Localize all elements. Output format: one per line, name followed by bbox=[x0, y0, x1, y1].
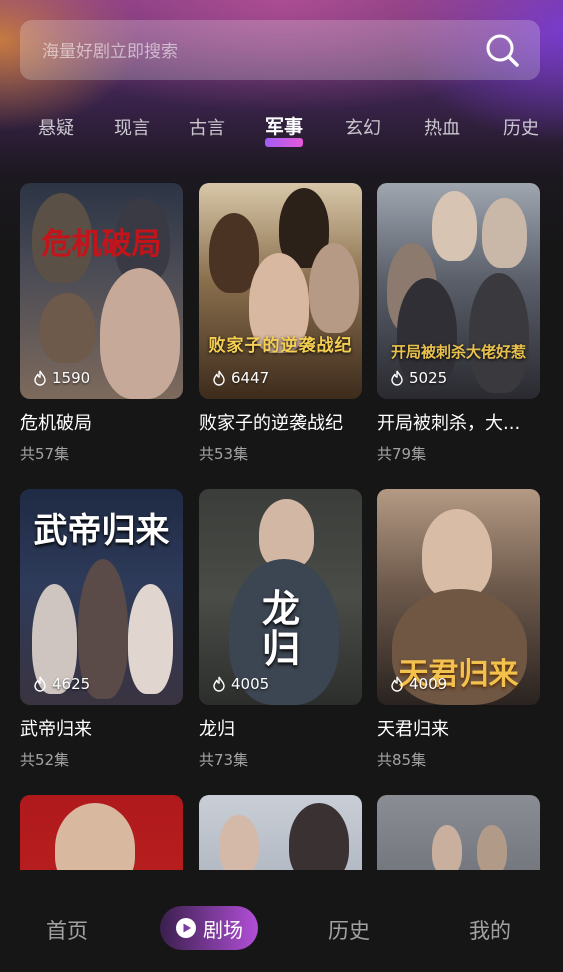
view-count-value: 4009 bbox=[409, 675, 448, 693]
drama-poster[interactable]: 败家子的逆袭战纪 6447 bbox=[199, 183, 362, 399]
nav-home[interactable]: 首页 bbox=[46, 915, 88, 945]
drama-card[interactable] bbox=[20, 795, 183, 870]
view-count-value: 4625 bbox=[52, 675, 91, 693]
nav-mine[interactable]: 我的 bbox=[469, 915, 511, 945]
poster-title: 危机破局 bbox=[41, 227, 162, 262]
view-count-value: 4005 bbox=[231, 675, 270, 693]
flame-icon bbox=[213, 370, 225, 386]
episode-count: 共79集 bbox=[377, 445, 427, 463]
view-count-value: 5025 bbox=[409, 369, 448, 387]
flame-icon bbox=[391, 370, 403, 386]
drama-grid: 危机破局 1590 危机破局 共57集 败家子的逆袭战纪 6447 败家子的逆袭… bbox=[0, 0, 563, 870]
drama-poster[interactable] bbox=[199, 795, 362, 870]
view-count: 4009 bbox=[389, 675, 447, 693]
drama-title[interactable]: 开局被刺杀，大... bbox=[377, 409, 540, 435]
flame-icon bbox=[34, 370, 46, 386]
nav-history[interactable]: 历史 bbox=[328, 915, 370, 945]
view-count: 4005 bbox=[211, 675, 269, 693]
view-count: 6447 bbox=[211, 369, 269, 387]
drama-card[interactable]: 危机破局 1590 危机破局 共57集 bbox=[20, 183, 183, 464]
view-count: 1590 bbox=[32, 369, 90, 387]
episode-count: 共85集 bbox=[377, 751, 427, 769]
episode-count: 共53集 bbox=[199, 445, 249, 463]
drama-poster[interactable] bbox=[20, 795, 183, 870]
poster-title: 开局被刺杀大佬好惹 bbox=[390, 343, 526, 361]
drama-card[interactable]: 败家子的逆袭战纪 6447 败家子的逆袭战纪 共53集 bbox=[199, 183, 362, 464]
episode-count: 共57集 bbox=[20, 445, 70, 463]
drama-card[interactable]: 天君归来 4009 天君归来 共85集 bbox=[377, 489, 540, 770]
drama-poster[interactable]: 天君归来 4009 bbox=[377, 489, 540, 705]
flame-icon bbox=[34, 676, 46, 692]
poster-title: 武帝归来 bbox=[33, 511, 170, 551]
drama-poster[interactable]: 危机破局 1590 bbox=[20, 183, 183, 399]
flame-icon bbox=[213, 676, 225, 692]
drama-title[interactable]: 龙归 bbox=[199, 715, 362, 741]
drama-card[interactable]: 龙归 4005 龙归 共73集 bbox=[199, 489, 362, 770]
poster-title: 龙归 bbox=[261, 586, 300, 671]
drama-title[interactable]: 天君归来 bbox=[377, 715, 540, 741]
drama-card[interactable] bbox=[377, 795, 540, 870]
episode-count: 共52集 bbox=[20, 751, 70, 769]
drama-poster[interactable] bbox=[377, 795, 540, 870]
nav-theater-label: 剧场 bbox=[203, 917, 243, 942]
flame-icon bbox=[391, 676, 403, 692]
nav-theater[interactable]: 剧场 bbox=[160, 906, 258, 950]
bottom-navigation: 首页 剧场 历史 我的 bbox=[0, 870, 563, 972]
drama-title[interactable]: 武帝归来 bbox=[20, 715, 183, 741]
drama-poster[interactable]: 龙归 4005 bbox=[199, 489, 362, 705]
drama-poster[interactable]: 武帝归来 4625 bbox=[20, 489, 183, 705]
view-count: 5025 bbox=[389, 369, 447, 387]
drama-card[interactable] bbox=[199, 795, 362, 870]
view-count: 4625 bbox=[32, 675, 90, 693]
view-count-value: 6447 bbox=[231, 369, 270, 387]
drama-poster[interactable]: 开局被刺杀大佬好惹 5025 bbox=[377, 183, 540, 399]
drama-card[interactable]: 开局被刺杀大佬好惹 5025 开局被刺杀，大... 共79集 bbox=[377, 183, 540, 464]
play-icon bbox=[176, 918, 196, 938]
drama-title[interactable]: 危机破局 bbox=[20, 409, 183, 435]
view-count-value: 1590 bbox=[52, 369, 91, 387]
drama-card[interactable]: 武帝归来 4625 武帝归来 共52集 bbox=[20, 489, 183, 770]
episode-count: 共73集 bbox=[199, 751, 249, 769]
poster-title: 败家子的逆袭战纪 bbox=[208, 336, 353, 356]
drama-title[interactable]: 败家子的逆袭战纪 bbox=[199, 409, 362, 435]
